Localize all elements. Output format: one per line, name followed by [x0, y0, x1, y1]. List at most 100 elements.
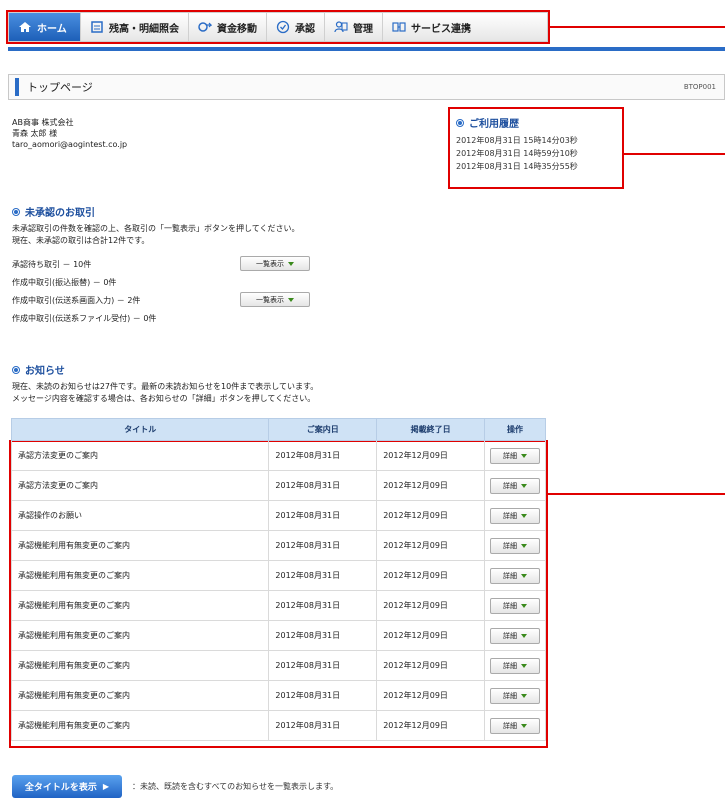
- bullet-icon: [12, 207, 20, 216]
- notice-date: 2012年08月31日: [268, 590, 378, 621]
- dropdown-arrow-icon: [521, 543, 527, 548]
- history-entry: 2012年08月31日 15時14分03秒: [456, 136, 578, 145]
- pending-row-label: 作成中取引(伝送系画面入力) － 2件: [12, 295, 141, 305]
- chevron-right-icon: ▶: [102, 782, 110, 791]
- notice-title: 承認機能利用有無変更のご案内: [10, 560, 270, 591]
- detail-button[interactable]: 詳細: [490, 597, 540, 614]
- detail-button[interactable]: 詳細: [490, 477, 540, 494]
- list-view-button-label: 一覧表示: [256, 259, 284, 268]
- detail-button-label: 詳細: [503, 691, 517, 700]
- history-entry: 2012年08月31日 14時35分55秒: [456, 162, 578, 171]
- notices-desc-line: 現在、未読のお知らせは27件です。最新の未読お知らせを10件まで表示しています。: [12, 382, 319, 391]
- notice-operation: 詳細: [484, 620, 546, 651]
- dropdown-arrow-icon: [521, 693, 527, 698]
- notice-end-date: 2012年12月09日: [376, 650, 485, 681]
- notice-title: 承認機能利用有無変更のご案内: [10, 620, 270, 651]
- pending-row-label: 作成中取引(伝送系ファイル受付) － 0件: [12, 313, 157, 323]
- detail-button-label: 詳細: [503, 571, 517, 580]
- nav-underline: [8, 47, 725, 51]
- notice-title: 承認方法変更のご案内: [10, 440, 270, 471]
- page-code: BTOP001: [683, 83, 716, 91]
- notices-heading-label: お知らせ: [25, 366, 65, 377]
- login-history: ご利用履歴 2012年08月31日 15時14分03秒 2012年08月31日 …: [448, 107, 624, 187]
- table-row: 承認操作のお願い 2012年08月31日 2012年12月09日 詳細: [10, 500, 546, 531]
- table-row: 承認機能利用有無変更のご案内 2012年08月31日 2012年12月09日 詳細: [10, 590, 546, 621]
- table-row: 承認方法変更のご案内 2012年08月31日 2012年12月09日 詳細: [10, 440, 546, 471]
- table-row: 承認機能利用有無変更のご案内 2012年08月31日 2012年12月09日 詳細: [10, 650, 546, 681]
- notice-end-date: 2012年12月09日: [376, 560, 485, 591]
- notice-operation: 詳細: [484, 560, 546, 591]
- detail-button[interactable]: 詳細: [490, 657, 540, 674]
- notices-heading: お知らせ: [12, 362, 547, 377]
- detail-button[interactable]: 詳細: [490, 627, 540, 644]
- notice-date: 2012年08月31日: [268, 560, 378, 591]
- notice-operation: 詳細: [484, 530, 546, 561]
- notice-title: 承認機能利用有無変更のご案内: [10, 530, 270, 561]
- col-date: ご案内日: [268, 418, 378, 441]
- notice-operation: 詳細: [484, 440, 546, 471]
- table-row: 承認機能利用有無変更のご案内 2012年08月31日 2012年12月09日 詳細: [10, 680, 546, 711]
- detail-button-label: 詳細: [503, 721, 517, 730]
- pending-row-label: 承認待ち取引 － 10件: [12, 259, 92, 269]
- notices-section: お知らせ 現在、未読のお知らせは27件です。最新の未読お知らせを10件まで表示し…: [12, 362, 547, 405]
- notice-title: 承認機能利用有無変更のご案内: [10, 710, 270, 741]
- list-view-button[interactable]: 一覧表示: [240, 292, 310, 307]
- detail-button[interactable]: 詳細: [490, 507, 540, 524]
- dropdown-arrow-icon: [521, 513, 527, 518]
- col-operation: 操作: [484, 418, 546, 441]
- table-row: 承認機能利用有無変更のご案内 2012年08月31日 2012年12月09日 詳細: [10, 710, 546, 741]
- pending-desc: 未承認取引の件数を確認の上、各取引の「一覧表示」ボタンを押してください。 現在、…: [12, 223, 532, 247]
- company-name: AB商事 株式会社: [12, 118, 74, 127]
- bullet-icon: [456, 118, 464, 127]
- show-all-note: ：未読、既読を含むすべてのお知らせを一覧表示します。: [132, 782, 339, 791]
- notice-operation: 詳細: [484, 500, 546, 531]
- notice-operation: 詳細: [484, 590, 546, 621]
- pending-row-label: 作成中取引(振込振替) － 0件: [12, 277, 117, 287]
- callout-line-history: [624, 153, 725, 155]
- notice-end-date: 2012年12月09日: [376, 680, 485, 711]
- history-heading-label: ご利用履歴: [469, 119, 519, 130]
- table-header-row: タイトル ご案内日 掲載終了日 操作: [10, 418, 546, 441]
- notice-date: 2012年08月31日: [268, 530, 378, 561]
- detail-button-label: 詳細: [503, 631, 517, 640]
- detail-button-label: 詳細: [503, 451, 517, 460]
- notice-date: 2012年08月31日: [268, 620, 378, 651]
- col-end-date: 掲載終了日: [376, 418, 485, 441]
- dropdown-arrow-icon: [521, 723, 527, 728]
- notice-title: 承認機能利用有無変更のご案内: [10, 650, 270, 681]
- dropdown-arrow-icon: [521, 633, 527, 638]
- detail-button[interactable]: 詳細: [490, 687, 540, 704]
- notice-end-date: 2012年12月09日: [376, 620, 485, 651]
- dropdown-arrow-icon: [521, 663, 527, 668]
- notice-end-date: 2012年12月09日: [376, 530, 485, 561]
- callout-nav: [6, 10, 550, 44]
- detail-button[interactable]: 詳細: [490, 717, 540, 734]
- dropdown-arrow-icon: [288, 297, 294, 302]
- show-all-label: 全タイトルを表示: [24, 783, 97, 793]
- detail-button[interactable]: 詳細: [490, 537, 540, 554]
- notice-operation: 詳細: [484, 650, 546, 681]
- history-heading: ご利用履歴: [456, 115, 624, 130]
- history-entry: 2012年08月31日 14時59分10秒: [456, 149, 578, 158]
- notice-title: 承認機能利用有無変更のご案内: [10, 590, 270, 621]
- detail-button[interactable]: 詳細: [490, 567, 540, 584]
- show-all-titles-button[interactable]: 全タイトルを表示 ▶: [12, 775, 122, 798]
- notice-end-date: 2012年12月09日: [376, 710, 485, 741]
- pending-list: 承認待ち取引 － 10件 一覧表示 作成中取引(振込振替) － 0件 作成中取引…: [12, 255, 532, 327]
- col-title: タイトル: [10, 418, 270, 441]
- table-row: 承認方法変更のご案内 2012年08月31日 2012年12月09日 詳細: [10, 470, 546, 501]
- notice-end-date: 2012年12月09日: [376, 590, 485, 621]
- pending-row: 作成中取引(伝送系画面入力) － 2件 一覧表示: [12, 291, 532, 309]
- page-header: トップページ BTOP001: [8, 74, 725, 100]
- notices-desc: 現在、未読のお知らせは27件です。最新の未読お知らせを10件まで表示しています。…: [12, 381, 547, 405]
- user-email: taro_aomori@aogintest.co.jp: [12, 140, 128, 149]
- detail-button[interactable]: 詳細: [490, 447, 540, 464]
- callout-line-notices: [548, 493, 725, 495]
- pending-row: 作成中取引(伝送系ファイル受付) － 0件: [12, 309, 532, 327]
- detail-button-label: 詳細: [503, 541, 517, 550]
- notice-title: 承認操作のお願い: [10, 500, 270, 531]
- list-view-button[interactable]: 一覧表示: [240, 256, 310, 271]
- pending-heading-label: 未承認のお取引: [25, 208, 95, 219]
- title-accent-bar: [15, 78, 19, 96]
- notice-operation: 詳細: [484, 470, 546, 501]
